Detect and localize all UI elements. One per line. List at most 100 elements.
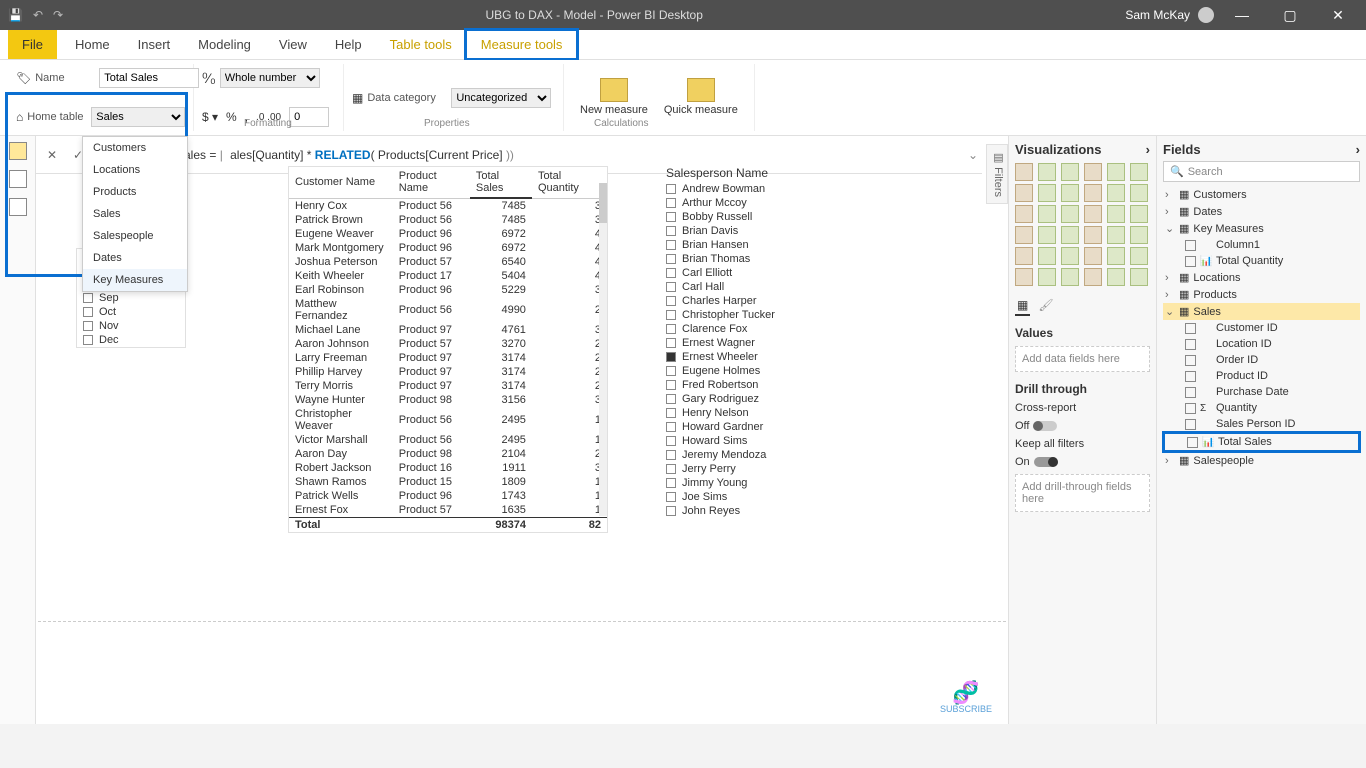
collapse-icon[interactable]: ›: [1146, 142, 1150, 157]
table-row[interactable]: Aaron DayProduct 9821042: [289, 447, 607, 461]
table-node[interactable]: ›▦Locations: [1163, 269, 1360, 286]
salesperson-option[interactable]: Howard Gardner: [666, 420, 836, 434]
table-row[interactable]: Eugene WeaverProduct 9669724: [289, 227, 607, 241]
home-table-option[interactable]: Customers: [83, 137, 187, 159]
currency-button[interactable]: $ ▾: [202, 110, 218, 124]
salesperson-option[interactable]: Howard Sims: [666, 434, 836, 448]
measure-name-input[interactable]: [99, 68, 199, 88]
table-row[interactable]: Earl RobinsonProduct 9652293: [289, 283, 607, 297]
data-view-icon[interactable]: [9, 170, 27, 188]
field-node[interactable]: Column1: [1163, 237, 1360, 253]
home-table-option[interactable]: Locations: [83, 159, 187, 181]
table-row[interactable]: Wayne HunterProduct 9831563: [289, 393, 607, 407]
maximize-button[interactable]: ▢: [1270, 7, 1310, 24]
quick-measure-button[interactable]: Quick measure: [656, 66, 746, 129]
viz-type-icon[interactable]: [1107, 226, 1125, 244]
salesperson-option[interactable]: Arthur Mccoy: [666, 196, 836, 210]
viz-type-icon[interactable]: [1061, 268, 1079, 286]
salesperson-option[interactable]: Joe Sims: [666, 490, 836, 504]
viz-type-icon[interactable]: [1130, 247, 1148, 265]
viz-type-icon[interactable]: [1107, 247, 1125, 265]
viz-type-icon[interactable]: [1130, 226, 1148, 244]
column-header[interactable]: Total Sales: [470, 167, 532, 198]
column-header[interactable]: Total Quantity: [532, 167, 607, 198]
viz-type-icon[interactable]: [1015, 247, 1033, 265]
viz-type-icon[interactable]: [1061, 226, 1079, 244]
viz-type-icon[interactable]: [1038, 184, 1056, 202]
viz-type-icon[interactable]: [1130, 205, 1148, 223]
salesperson-option[interactable]: Carl Elliott: [666, 266, 836, 280]
tab-measure-tools[interactable]: Measure tools: [464, 28, 580, 61]
salesperson-option[interactable]: Christopher Tucker: [666, 308, 836, 322]
month-option[interactable]: Oct: [77, 305, 185, 319]
minimize-button[interactable]: —: [1222, 7, 1262, 23]
format-tab-icon[interactable]: 🖌: [1036, 296, 1055, 316]
table-node[interactable]: ›▦Salespeople: [1163, 452, 1360, 469]
field-node[interactable]: Customer ID: [1163, 320, 1360, 336]
month-option[interactable]: Sep: [77, 291, 185, 305]
viz-type-icon[interactable]: [1084, 184, 1102, 202]
salesperson-option[interactable]: Ernest Wagner: [666, 336, 836, 350]
viz-type-icon[interactable]: [1130, 163, 1148, 181]
home-table-option[interactable]: Products: [83, 181, 187, 203]
column-header[interactable]: Customer Name: [289, 167, 393, 198]
field-node[interactable]: 📊Total Sales: [1162, 431, 1361, 453]
salesperson-option[interactable]: Brian Thomas: [666, 252, 836, 266]
table-row[interactable]: Ernest FoxProduct 5716351: [289, 503, 607, 518]
salesperson-option[interactable]: Andrew Bowman: [666, 182, 836, 196]
home-table-option[interactable]: Salespeople: [83, 225, 187, 247]
viz-type-icon[interactable]: [1015, 268, 1033, 286]
viz-type-icon[interactable]: [1038, 205, 1056, 223]
table-node[interactable]: ›▦Products: [1163, 286, 1360, 303]
report-view-icon[interactable]: [9, 142, 27, 160]
tab-insert[interactable]: Insert: [124, 31, 185, 58]
table-row[interactable]: Keith WheelerProduct 1754044: [289, 269, 607, 283]
user-name[interactable]: Sam McKay: [1125, 8, 1190, 22]
field-node[interactable]: 📊Total Quantity: [1163, 253, 1360, 269]
tab-home[interactable]: Home: [61, 31, 124, 58]
viz-type-icon[interactable]: [1130, 268, 1148, 286]
home-table-dropdown[interactable]: CustomersLocationsProductsSalesSalespeop…: [82, 136, 188, 292]
table-scrollbar[interactable]: [599, 183, 607, 516]
cross-report-toggle[interactable]: Off: [1015, 420, 1150, 432]
table-node[interactable]: ›▦Dates: [1163, 203, 1360, 220]
viz-type-icon[interactable]: [1061, 184, 1079, 202]
viz-type-icon[interactable]: [1107, 163, 1125, 181]
data-table-visual[interactable]: Customer NameProduct NameTotal SalesTota…: [288, 166, 608, 533]
salesperson-option[interactable]: Ernest Wheeler: [666, 350, 836, 364]
table-node[interactable]: ⌄▦Sales: [1163, 303, 1360, 320]
salesperson-option[interactable]: Clarence Fox: [666, 322, 836, 336]
viz-type-icon[interactable]: [1084, 247, 1102, 265]
viz-type-icon[interactable]: [1107, 184, 1125, 202]
home-table-option[interactable]: Dates: [83, 247, 187, 269]
table-row[interactable]: Larry FreemanProduct 9731742: [289, 351, 607, 365]
table-node[interactable]: ›▦Customers: [1163, 186, 1360, 203]
collapse-icon[interactable]: ›: [1356, 142, 1360, 157]
field-node[interactable]: Sales Person ID: [1163, 416, 1360, 432]
viz-type-icon[interactable]: [1130, 184, 1148, 202]
keep-filters-toggle[interactable]: On: [1015, 456, 1150, 468]
table-row[interactable]: Patrick WellsProduct 9617431: [289, 489, 607, 503]
viz-type-icon[interactable]: [1061, 205, 1079, 223]
formula-cancel[interactable]: ✕: [42, 148, 62, 162]
fields-tab-icon[interactable]: ▦: [1015, 296, 1030, 316]
tab-modeling[interactable]: Modeling: [184, 31, 265, 58]
table-row[interactable]: Aaron JohnsonProduct 5732702: [289, 337, 607, 351]
salesperson-slicer[interactable]: Salesperson Name Andrew BowmanArthur Mcc…: [666, 164, 836, 518]
month-option[interactable]: Dec: [77, 333, 185, 347]
table-row[interactable]: Phillip HarveyProduct 9731742: [289, 365, 607, 379]
table-node[interactable]: ⌄▦Key Measures: [1163, 220, 1360, 237]
field-node[interactable]: Product ID: [1163, 368, 1360, 384]
home-table-select[interactable]: Sales: [91, 107, 185, 127]
table-row[interactable]: Mark MontgomeryProduct 9669724: [289, 241, 607, 255]
month-option[interactable]: Nov: [77, 319, 185, 333]
field-node[interactable]: Purchase Date: [1163, 384, 1360, 400]
tab-help[interactable]: Help: [321, 31, 376, 58]
fields-search[interactable]: 🔍 Search: [1163, 161, 1360, 182]
avatar[interactable]: [1198, 7, 1214, 23]
salesperson-option[interactable]: Bobby Russell: [666, 210, 836, 224]
viz-type-icon[interactable]: [1038, 163, 1056, 181]
formula-input[interactable]: ales = | ales[Quantity] * RELATED( Produ…: [94, 148, 976, 162]
viz-type-icon[interactable]: [1015, 226, 1033, 244]
table-row[interactable]: Patrick BrownProduct 5674853: [289, 213, 607, 227]
